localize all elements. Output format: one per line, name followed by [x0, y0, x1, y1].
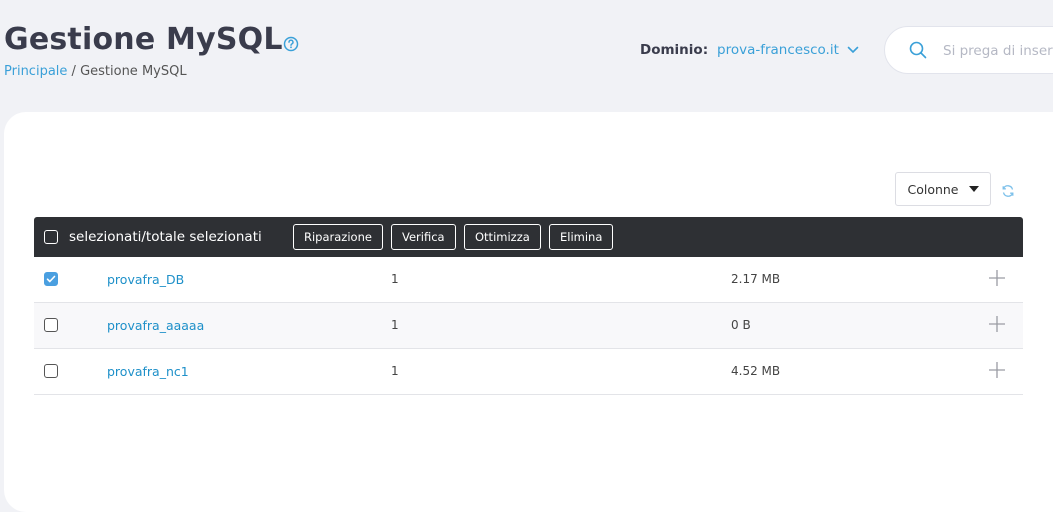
verify-button[interactable]: Verifica: [391, 224, 456, 250]
breadcrumb-home-link[interactable]: Principale: [4, 64, 67, 79]
table-row[interactable]: provafra_DB 1 2.17 MB: [34, 257, 1023, 303]
row-checkbox[interactable]: [44, 318, 58, 332]
breadcrumb: Principale / Gestione MySQL: [4, 64, 187, 79]
table-row[interactable]: provafra_aaaaa 1 0 B: [34, 303, 1023, 349]
selection-count-label: selezionati/totale selezionati: [69, 229, 262, 245]
domain-select[interactable]: prova-francesco.it: [717, 42, 859, 58]
select-all-checkbox[interactable]: [44, 230, 58, 244]
database-name-link[interactable]: provafra_aaaaa: [107, 318, 204, 333]
columns-button[interactable]: Colonne: [895, 172, 991, 206]
breadcrumb-current: Gestione MySQL: [80, 64, 187, 79]
breadcrumb-separator: /: [67, 64, 81, 79]
database-size: 0 B: [731, 318, 751, 332]
checkmark-icon: [46, 275, 56, 283]
search-input[interactable]: [943, 41, 1053, 61]
table-row[interactable]: provafra_nc1 1 4.52 MB: [34, 349, 1023, 395]
bulk-actions-toolbar: selezionati/totale selezionati Riparazio…: [34, 217, 1023, 257]
row-checkbox[interactable]: [44, 364, 58, 378]
database-size: 4.52 MB: [731, 364, 781, 378]
repair-button[interactable]: Riparazione: [293, 224, 383, 250]
database-count: 1: [391, 318, 399, 332]
delete-button[interactable]: Elimina: [549, 224, 614, 250]
plus-icon[interactable]: [988, 315, 1006, 336]
row-checkbox[interactable]: [44, 272, 58, 286]
caret-down-icon: [968, 186, 979, 192]
search-box: [884, 26, 1053, 74]
domain-label: Dominio:: [640, 42, 709, 58]
refresh-icon[interactable]: [1001, 183, 1015, 202]
database-count: 1: [391, 272, 399, 286]
database-size: 2.17 MB: [731, 272, 781, 286]
database-count: 1: [391, 364, 399, 378]
database-name-link[interactable]: provafra_nc1: [107, 364, 189, 379]
optimize-button[interactable]: Ottimizza: [464, 224, 541, 250]
database-name-link[interactable]: provafra_DB: [107, 272, 184, 287]
chevron-down-icon: [847, 42, 859, 58]
columns-label: Colonne: [907, 181, 959, 197]
help-icon[interactable]: [283, 36, 299, 52]
page-title: Gestione MySQL: [4, 22, 283, 57]
plus-icon[interactable]: [988, 361, 1006, 382]
domain-value: prova-francesco.it: [717, 42, 839, 58]
search-icon[interactable]: [909, 41, 927, 63]
plus-icon[interactable]: [988, 269, 1006, 290]
